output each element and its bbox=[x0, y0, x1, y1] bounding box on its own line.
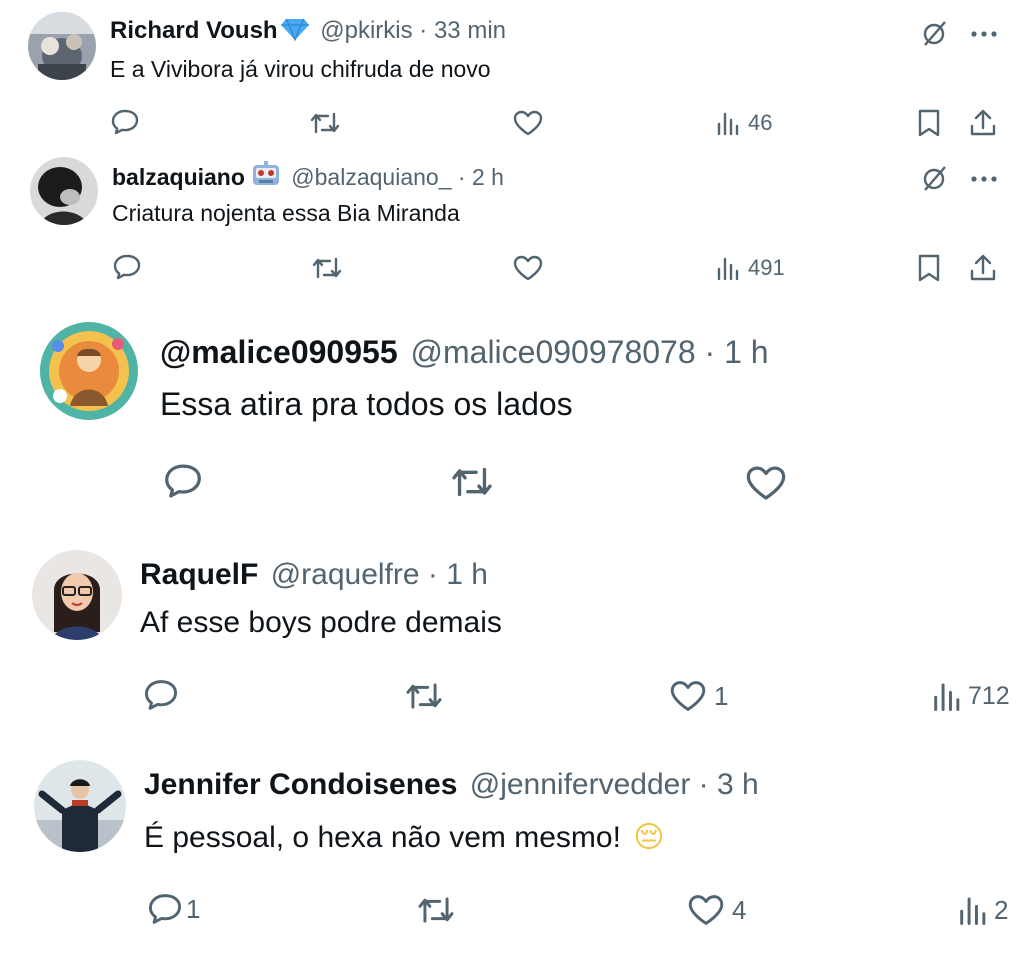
user-handle[interactable]: @raquelfre bbox=[271, 558, 420, 591]
display-name[interactable]: @malice090955 bbox=[160, 334, 398, 370]
tweet-text: E a Vivibora já virou chifruda de novo bbox=[110, 56, 491, 82]
tweet-4[interactable]: RaquelF @raquelfre · 1 h Af esse boys po… bbox=[0, 530, 1024, 740]
bookmark-button[interactable] bbox=[916, 253, 942, 283]
heart-icon bbox=[513, 255, 543, 281]
reply-button[interactable] bbox=[112, 253, 142, 281]
timestamp[interactable]: · 1 h bbox=[428, 558, 488, 591]
reply-icon bbox=[113, 254, 141, 280]
views-button[interactable]: 712 bbox=[932, 680, 1010, 712]
robot-emoji-icon bbox=[251, 161, 281, 196]
retweet-icon bbox=[418, 897, 454, 923]
reply-button[interactable] bbox=[142, 678, 180, 712]
avatar[interactable] bbox=[40, 322, 138, 420]
retweet-button[interactable] bbox=[448, 464, 496, 500]
retweet-button[interactable] bbox=[402, 680, 446, 712]
share-icon bbox=[970, 109, 996, 136]
retweet-icon bbox=[452, 467, 492, 497]
tweet-header: RaquelF @raquelfre · 1 h bbox=[140, 556, 488, 594]
avatar[interactable] bbox=[32, 550, 122, 640]
timestamp[interactable]: · 1 h bbox=[705, 334, 769, 370]
display-name[interactable]: Richard Voush bbox=[110, 17, 278, 44]
tweet-header: balzaquiano @balzaquiano_ · 2 h bbox=[112, 161, 504, 196]
tweet-2[interactable]: balzaquiano @balzaquiano_ · 2 h Criatura… bbox=[0, 145, 1024, 298]
likes-count: 1 bbox=[714, 680, 729, 711]
tweet-header: Richard Voush @pkirkis · 33 min bbox=[110, 16, 506, 49]
user-handle[interactable]: @jennifervedder bbox=[470, 768, 691, 801]
like-button[interactable]: 1 bbox=[668, 679, 728, 713]
timestamp[interactable]: · 33 min bbox=[419, 17, 506, 44]
heart-icon bbox=[688, 895, 724, 925]
share-button[interactable] bbox=[968, 253, 998, 283]
display-name[interactable]: balzaquiano bbox=[112, 164, 245, 190]
tweet-5[interactable]: Jennifer Condoisenes @jennifervedder · 3… bbox=[0, 740, 1024, 960]
share-icon bbox=[970, 254, 996, 281]
tweet-text: Criatura nojenta essa Bia Miranda bbox=[112, 200, 460, 226]
grok-icon[interactable] bbox=[920, 18, 950, 53]
retweet-button[interactable] bbox=[414, 894, 458, 926]
like-button[interactable] bbox=[512, 109, 544, 137]
user-handle[interactable]: @balzaquiano_ bbox=[291, 164, 451, 190]
likes-count: 4 bbox=[732, 894, 747, 925]
views-count: 46 bbox=[748, 110, 773, 135]
views-count: 2 bbox=[994, 894, 1009, 925]
views-button[interactable]: 46 bbox=[716, 110, 772, 136]
replies-count: 1 bbox=[186, 893, 201, 924]
display-name[interactable]: RaquelF bbox=[140, 558, 258, 591]
views-icon bbox=[960, 897, 986, 926]
views-count: 712 bbox=[968, 681, 1010, 710]
views-button[interactable]: 2 bbox=[958, 894, 1008, 926]
display-name[interactable]: Jennifer Condoisenes bbox=[144, 768, 457, 801]
more-options-icon[interactable] bbox=[970, 171, 998, 189]
reply-icon bbox=[165, 464, 201, 498]
avatar[interactable] bbox=[34, 760, 126, 852]
views-icon bbox=[717, 257, 739, 281]
bookmark-button[interactable] bbox=[916, 108, 942, 138]
timestamp[interactable]: · 3 h bbox=[699, 768, 759, 801]
retweet-button[interactable] bbox=[308, 110, 342, 136]
user-handle[interactable]: @malice090978078 bbox=[411, 334, 696, 370]
reply-icon bbox=[148, 894, 182, 924]
more-options-icon[interactable] bbox=[970, 26, 998, 44]
retweet-icon bbox=[406, 683, 442, 709]
reply-icon bbox=[144, 680, 178, 710]
reply-button[interactable]: 1 bbox=[146, 892, 200, 926]
views-icon bbox=[717, 112, 739, 136]
views-icon bbox=[934, 683, 960, 712]
reply-button[interactable] bbox=[162, 462, 204, 500]
tweet-header: @malice090955 @malice090978078 · 1 h bbox=[160, 332, 769, 372]
tweet-3[interactable]: @malice090955 @malice090978078 · 1 h Ess… bbox=[0, 298, 1024, 530]
avatar[interactable] bbox=[30, 157, 98, 225]
share-button[interactable] bbox=[968, 108, 998, 138]
retweet-icon bbox=[310, 112, 340, 134]
retweet-icon bbox=[312, 257, 342, 279]
tweet-1[interactable]: Richard Voush @pkirkis · 33 min E a Vivi… bbox=[0, 0, 1024, 145]
pensive-face-emoji-icon: 😔 bbox=[633, 821, 665, 854]
grok-icon[interactable] bbox=[920, 163, 950, 198]
heart-icon bbox=[513, 110, 543, 136]
diamond-icon bbox=[280, 17, 310, 49]
retweet-button[interactable] bbox=[310, 255, 344, 281]
tweet-text: Af esse boys podre demais bbox=[140, 606, 502, 639]
avatar[interactable] bbox=[28, 12, 96, 80]
tweet-text: Essa atira pra todos os lados bbox=[160, 386, 573, 422]
tweet-text: É pessoal, o hexa não vem mesmo! 😔 bbox=[144, 818, 665, 858]
bookmark-icon bbox=[918, 254, 940, 282]
views-count: 491 bbox=[748, 255, 785, 280]
reply-icon bbox=[111, 109, 139, 135]
tweet-header: Jennifer Condoisenes @jennifervedder · 3… bbox=[144, 766, 759, 804]
views-button[interactable]: 491 bbox=[716, 255, 785, 281]
reply-button[interactable] bbox=[110, 108, 140, 136]
timestamp[interactable]: · 2 h bbox=[458, 164, 504, 190]
bookmark-icon bbox=[918, 109, 940, 137]
like-button[interactable]: 4 bbox=[686, 893, 746, 927]
user-handle[interactable]: @pkirkis bbox=[320, 17, 412, 44]
heart-icon bbox=[670, 681, 706, 711]
tweet-text-content: É pessoal, o hexa não vem mesmo! bbox=[144, 821, 621, 854]
heart-icon bbox=[746, 466, 786, 500]
like-button[interactable] bbox=[512, 254, 544, 282]
like-button[interactable] bbox=[744, 464, 788, 502]
